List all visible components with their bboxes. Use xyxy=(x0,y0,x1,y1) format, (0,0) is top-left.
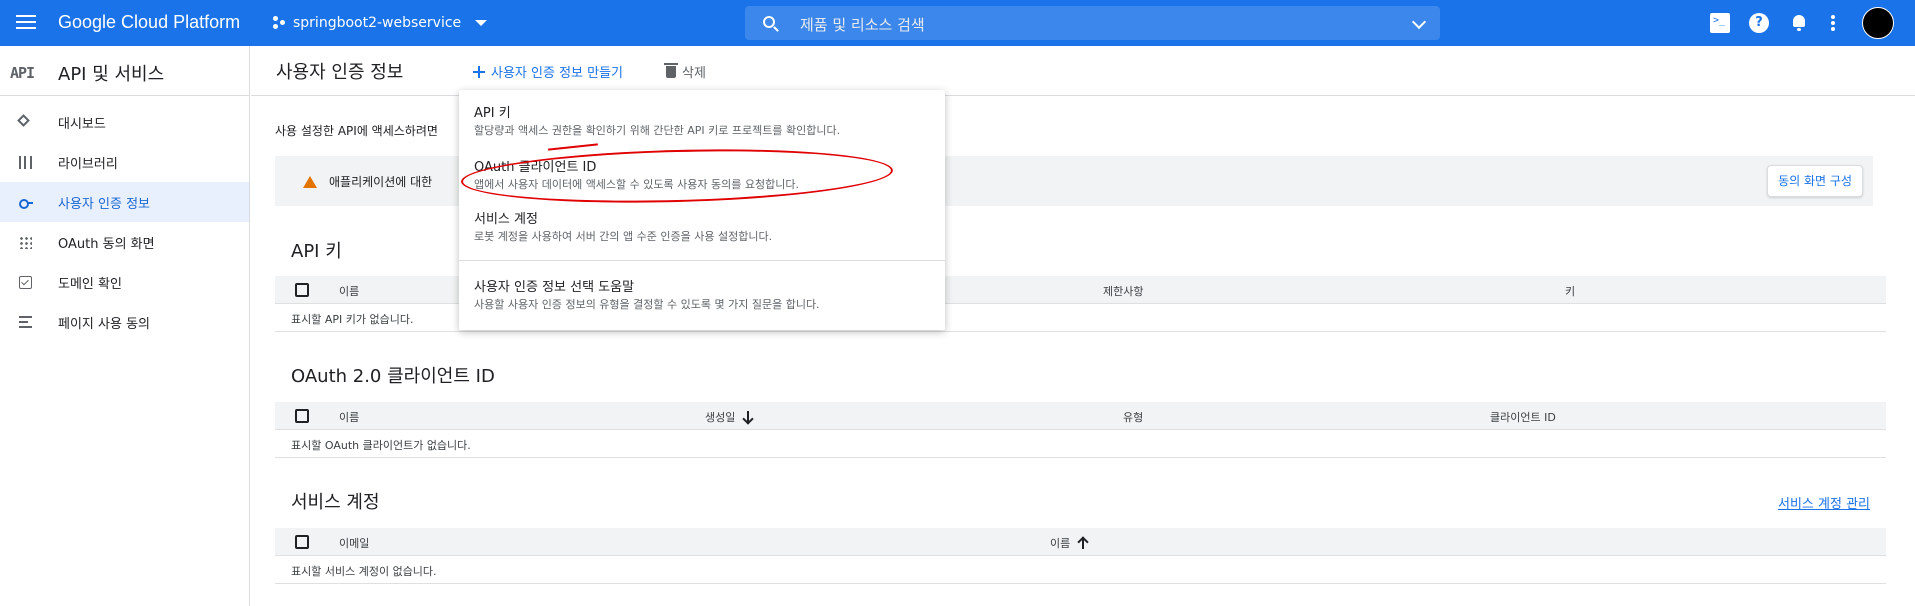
configure-consent-button[interactable]: 동의 화면 구성 xyxy=(1767,165,1863,197)
menu-divider xyxy=(459,260,945,261)
search-icon xyxy=(763,16,775,28)
sidebar-header: API API 및 서비스 xyxy=(0,46,249,96)
main-header: 사용자 인증 정보 사용자 인증 정보 만들기 삭제 xyxy=(251,46,1915,96)
column-header-name[interactable]: 이름 xyxy=(1050,535,1088,551)
table-header: 이메일 이름 xyxy=(275,528,1886,556)
create-credentials-button[interactable]: 사용자 인증 정보 만들기 xyxy=(473,62,623,81)
menu-item-title: API 키 xyxy=(474,106,511,121)
column-header[interactable]: 제한사항 xyxy=(1103,283,1143,299)
table-header: 이름 생성일 유형 클라이언트 ID xyxy=(275,402,1886,430)
column-label: 이름 xyxy=(1050,537,1071,550)
sidebar-item-domain-verification[interactable]: 도메인 확인 xyxy=(0,262,249,302)
project-selector[interactable]: springboot2-webservice xyxy=(273,13,488,33)
chevron-down-icon xyxy=(475,20,488,26)
column-header-created[interactable]: 생성일 xyxy=(705,409,753,425)
menu-item-title: 사용자 인증 정보 선택 도움말 xyxy=(474,280,635,295)
brand-title[interactable]: Google Cloud Platform xyxy=(58,12,240,33)
oauth-title: OAuth 2.0 클라이언트 ID xyxy=(291,366,495,387)
delete-button[interactable]: 삭제 xyxy=(664,62,706,81)
settings-list-icon xyxy=(19,316,32,329)
sidebar-item-label: 라이브러리 xyxy=(58,156,118,172)
sidebar-item-dashboard[interactable]: 대시보드 xyxy=(0,102,249,142)
sidebar-item-oauth-consent[interactable]: OAuth 동의 화면 xyxy=(0,222,249,262)
service-accounts-title: 서비스 계정 xyxy=(291,492,380,513)
menu-item-description: 할당량과 액세스 권한을 확인하기 위해 간단한 API 키로 프로젝트를 확인… xyxy=(474,124,841,137)
oauth-table: 이름 생성일 유형 클라이언트 ID 표시할 OAuth 클라이언트가 없습니다… xyxy=(275,402,1886,458)
search-input[interactable]: 제품 및 리소스 검색 xyxy=(800,14,925,35)
sort-ascending-icon xyxy=(1078,537,1088,549)
sidebar-item-label: 사용자 인증 정보 xyxy=(58,196,150,212)
more-options-icon[interactable] xyxy=(1830,13,1836,33)
search-bar[interactable]: 제품 및 리소스 검색 xyxy=(745,6,1440,40)
sidebar-item-label: 대시보드 xyxy=(58,116,106,132)
expand-search-icon[interactable] xyxy=(1411,14,1427,30)
create-credentials-menu: API 키 할당량과 액세스 권한을 확인하기 위해 간단한 API 키로 프로… xyxy=(459,90,945,330)
empty-row: 표시할 OAuth 클라이언트가 없습니다. xyxy=(275,430,1886,458)
trash-icon xyxy=(664,62,678,78)
delete-label: 삭제 xyxy=(682,66,706,81)
menu-item-description: 사용할 사용자 인증 정보의 유형을 결정할 수 있도록 몇 가지 질문을 합니… xyxy=(474,298,820,311)
service-accounts-table: 이메일 이름 표시할 서비스 계정이 없습니다. xyxy=(275,528,1886,584)
checkbox-icon xyxy=(19,276,32,289)
project-name: springboot2-webservice xyxy=(293,15,462,31)
plus-icon xyxy=(473,65,485,78)
dashboard-icon xyxy=(17,114,30,127)
column-header[interactable]: 유형 xyxy=(1123,409,1143,425)
consent-icon xyxy=(19,236,32,249)
column-label: 생성일 xyxy=(705,411,736,424)
help-icon[interactable]: ? xyxy=(1749,13,1769,33)
menu-item-service-account[interactable]: 서비스 계정 로봇 계정을 사용하여 서버 간의 앱 수준 인증을 사용 설정합… xyxy=(459,200,945,258)
top-bar: Google Cloud Platform springboot2-webser… xyxy=(0,0,1915,46)
sort-descending-icon xyxy=(743,411,753,423)
api-logo-icon: API xyxy=(10,64,35,82)
column-header[interactable]: 이름 xyxy=(339,283,359,299)
avatar[interactable] xyxy=(1862,7,1894,39)
page-title: 사용자 인증 정보 xyxy=(276,62,404,83)
column-header[interactable]: 클라이언트 ID xyxy=(1490,409,1556,425)
api-keys-title: API 키 xyxy=(291,241,342,262)
warning-text: 애플리케이션에 대한 xyxy=(329,175,433,189)
sidebar-item-label: OAuth 동의 화면 xyxy=(58,236,155,252)
sidebar-item-page-usage-agreements[interactable]: 페이지 사용 동의 xyxy=(0,302,249,342)
column-header[interactable]: 이메일 xyxy=(339,535,369,551)
empty-message: 표시할 서비스 계정이 없습니다. xyxy=(291,565,437,578)
column-header[interactable]: 키 xyxy=(1565,283,1575,299)
menu-item-help-me-choose[interactable]: 사용자 인증 정보 선택 도움말 사용할 사용자 인증 정보의 유형을 결정할 … xyxy=(459,262,945,328)
manage-service-accounts-link[interactable]: 서비스 계정 관리 xyxy=(1778,493,1870,512)
intro-text: 사용 설정한 API에 액세스하려면 xyxy=(275,124,438,138)
sidebar-item-library[interactable]: 라이브러리 xyxy=(0,142,249,182)
key-icon xyxy=(19,196,33,209)
sidebar-item-label: 페이지 사용 동의 xyxy=(58,316,150,332)
create-credentials-label: 사용자 인증 정보 만들기 xyxy=(491,66,623,81)
sidebar-title: API 및 서비스 xyxy=(58,64,165,85)
menu-item-description: 로봇 계정을 사용하여 서버 간의 앱 수준 인증을 사용 설정합니다. xyxy=(474,230,773,243)
sidebar: API API 및 서비스 대시보드 라이브러리 사용자 인증 정보 OAuth… xyxy=(0,46,250,606)
sidebar-item-label: 도메인 확인 xyxy=(58,276,122,292)
sidebar-item-credentials[interactable]: 사용자 인증 정보 xyxy=(0,182,249,222)
warning-icon xyxy=(303,176,317,188)
empty-message: 표시할 OAuth 클라이언트가 없습니다. xyxy=(291,439,471,452)
select-all-checkbox[interactable] xyxy=(295,409,309,423)
library-icon xyxy=(19,156,32,169)
menu-item-api-key[interactable]: API 키 할당량과 액세스 권한을 확인하기 위해 간단한 API 키로 프로… xyxy=(459,90,945,146)
empty-message: 표시할 API 키가 없습니다. xyxy=(291,313,414,326)
notifications-icon[interactable] xyxy=(1789,13,1809,33)
column-header[interactable]: 이름 xyxy=(339,409,359,425)
cloud-shell-icon[interactable] xyxy=(1710,13,1730,33)
select-all-checkbox[interactable] xyxy=(295,283,309,297)
empty-row: 표시할 서비스 계정이 없습니다. xyxy=(275,556,1886,584)
menu-icon[interactable] xyxy=(14,11,38,35)
menu-item-title: 서비스 계정 xyxy=(474,212,538,227)
project-icon xyxy=(273,16,285,30)
select-all-checkbox[interactable] xyxy=(295,535,309,549)
